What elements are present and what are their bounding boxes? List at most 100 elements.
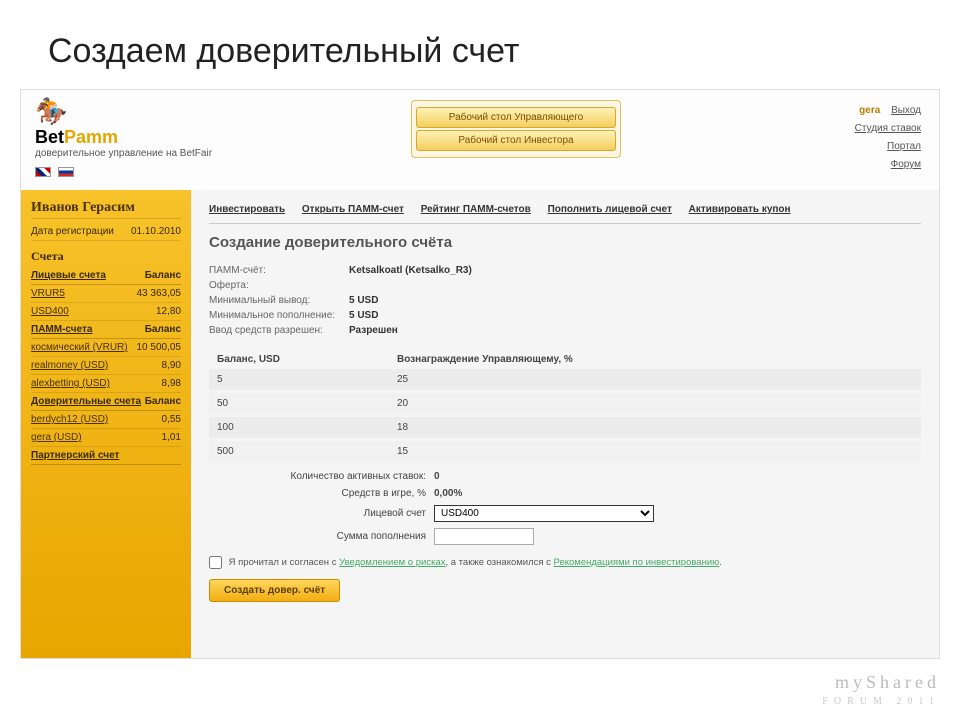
lbl: Лицевой счет <box>209 508 434 519</box>
investor-desk-button[interactable]: Рабочий стол Инвестора <box>416 130 616 151</box>
tier-header: Баланс, USD Вознаграждение Управляющему,… <box>209 350 921 369</box>
sidebar-item-vrur5[interactable]: VRUR5 43 363,05 <box>31 285 181 303</box>
agree-text: , а также ознакомился с <box>445 557 553 568</box>
h-balance-3: Баланс <box>145 396 181 407</box>
cell-rew: 25 <box>397 374 408 385</box>
acct-link[interactable]: космический (VRUR) <box>31 342 128 353</box>
kv-allow: Ввод средств разрешен:Разрешен <box>209 323 921 338</box>
sidebar-partner-header[interactable]: Партнерский счет <box>31 447 181 465</box>
flag-ru-icon[interactable] <box>58 167 74 177</box>
v: 5 USD <box>349 310 378 321</box>
h-personal: Лицевые счета <box>31 270 106 281</box>
sidebar-item-usd400[interactable]: USD400 12,80 <box>31 303 181 321</box>
acct-bal: 1,01 <box>162 432 181 443</box>
logo-text: BetPamm <box>35 127 212 148</box>
row-sum: Сумма пополнения <box>209 525 921 548</box>
menu-invest[interactable]: Инвестировать <box>209 204 285 215</box>
lbl: Количество активных ставок: <box>209 471 434 482</box>
page-title: Создание доверительного счёта <box>209 234 921 251</box>
sidebar-item-gera[interactable]: gera (USD) 1,01 <box>31 429 181 447</box>
manager-desk-button[interactable]: Рабочий стол Управляющего <box>416 107 616 128</box>
k: ПАММ-счёт: <box>209 265 349 276</box>
menu-rating[interactable]: Рейтинг ПАММ-счетов <box>421 204 531 215</box>
kv-minout: Минимальный вывод:5 USD <box>209 293 921 308</box>
logo-icon: 🏇 <box>35 96 212 127</box>
k: Оферта: <box>209 280 349 291</box>
kv-offer: Оферта: <box>209 278 921 293</box>
portal-link[interactable]: Портал <box>887 141 921 152</box>
create-account-button[interactable]: Создать довер. счёт <box>209 579 340 602</box>
acct-link[interactable]: VRUR5 <box>31 288 65 299</box>
sidebar-username: Иванов Герасим <box>31 200 181 219</box>
cell-rew: 15 <box>397 446 408 457</box>
forum-link[interactable]: Форум <box>891 159 921 170</box>
cell-bal: 50 <box>217 398 397 409</box>
menu-topup[interactable]: Пополнить лицевой счет <box>548 204 672 215</box>
acct-link[interactable]: berdych12 (USD) <box>31 414 108 425</box>
cell-bal: 500 <box>217 446 397 457</box>
account-select[interactable]: USD400 <box>434 505 654 522</box>
logo-subtitle: доверительное управление на BetFair <box>35 148 212 159</box>
menu-open-pamm[interactable]: Открыть ПАММ-счет <box>302 204 404 215</box>
main-menu: Инвестировать Открыть ПАММ-счет Рейтинг … <box>209 200 921 224</box>
row-active-bets: Количество активных ставок:0 <box>209 468 921 485</box>
sidebar-item-berdych[interactable]: berdych12 (USD) 0,55 <box>31 411 181 429</box>
recommend-link[interactable]: Рекомендациями по инвестированию <box>554 557 720 568</box>
acct-bal: 0,55 <box>162 414 181 425</box>
kv-pamm: ПАММ-счёт:Ketsalkoatl (Ketsalko_R3) <box>209 263 921 278</box>
acct-link[interactable]: realmoney (USD) <box>31 360 108 371</box>
val: 0 <box>434 471 440 482</box>
content-area: Инвестировать Открыть ПАММ-счет Рейтинг … <box>191 190 939 658</box>
kv-minin: Минимальное пополнение:5 USD <box>209 308 921 323</box>
menu-coupon[interactable]: Активировать купон <box>689 204 791 215</box>
risk-link[interactable]: Уведомлением о рисках <box>339 557 445 568</box>
k: Минимальное пополнение: <box>209 310 349 321</box>
reg-label: Дата регистрации <box>31 226 114 237</box>
lbl: Средств в игре, % <box>209 488 434 499</box>
sidebar-trust-header: Доверительные счета Баланс <box>31 393 181 411</box>
h-pamm: ПАММ-счета <box>31 324 92 335</box>
k: Минимальный вывод: <box>209 295 349 306</box>
acct-link[interactable]: alexbetting (USD) <box>31 378 110 389</box>
sidebar: Иванов Герасим Дата регистрации 01.10.20… <box>21 190 191 658</box>
th-reward: Вознаграждение Управляющему, % <box>397 354 573 365</box>
tier-table: Баланс, USD Вознаграждение Управляющему,… <box>209 350 921 462</box>
sidebar-pamm-header: ПАММ-счета Баланс <box>31 321 181 339</box>
logo-brand-b: Pamm <box>64 127 118 147</box>
tier-row: 525 <box>209 369 921 390</box>
acct-bal: 43 363,05 <box>137 288 182 299</box>
th-balance: Баланс, USD <box>217 354 397 365</box>
tier-row: 50015 <box>209 441 921 462</box>
v: Разрешен <box>349 325 398 336</box>
app-frame: 🏇 BetPamm доверительное управление на Be… <box>20 89 940 659</box>
watermark: myShared FORUM 2011 <box>822 672 940 712</box>
tier-row: 5020 <box>209 393 921 414</box>
studio-link[interactable]: Студия ставок <box>855 123 921 134</box>
sidebar-item-cosmic[interactable]: космический (VRUR)10 500,05 <box>31 339 181 357</box>
sidebar-personal-header: Лицевые счета Баланс <box>31 267 181 285</box>
sidebar-regdate: Дата регистрации 01.10.2010 <box>31 223 181 241</box>
sidebar-accounts-title: Счета <box>31 249 181 264</box>
sidebar-item-realmoney[interactable]: realmoney (USD)8,90 <box>31 357 181 375</box>
acct-link[interactable]: USD400 <box>31 306 69 317</box>
agree-checkbox[interactable] <box>209 556 222 569</box>
h-balance-2: Баланс <box>145 324 181 335</box>
sidebar-item-alexbetting[interactable]: alexbetting (USD)8,98 <box>31 375 181 393</box>
logout-link[interactable]: Выход <box>891 105 921 116</box>
k: Ввод средств разрешен: <box>209 325 349 336</box>
cell-bal: 100 <box>217 422 397 433</box>
acct-bal: 12,80 <box>156 306 181 317</box>
sum-input[interactable] <box>434 528 534 545</box>
logo-brand-a: Bet <box>35 127 64 147</box>
watermark-sub: FORUM 2011 <box>822 692 940 712</box>
top-links: gera Выход Студия ставок Портал Форум <box>855 102 921 174</box>
language-flags <box>35 163 212 181</box>
acct-link[interactable]: gera (USD) <box>31 432 82 443</box>
app-header: 🏇 BetPamm доверительное управление на Be… <box>21 90 939 190</box>
row-inplay: Средств в игре, %0,00% <box>209 485 921 502</box>
row-account-select: Лицевой счет USD400 <box>209 502 921 525</box>
h-balance-1: Баланс <box>145 270 181 281</box>
h-partner: Партнерский счет <box>31 450 119 461</box>
agree-text: . <box>719 557 722 568</box>
flag-uk-icon[interactable] <box>35 167 51 177</box>
